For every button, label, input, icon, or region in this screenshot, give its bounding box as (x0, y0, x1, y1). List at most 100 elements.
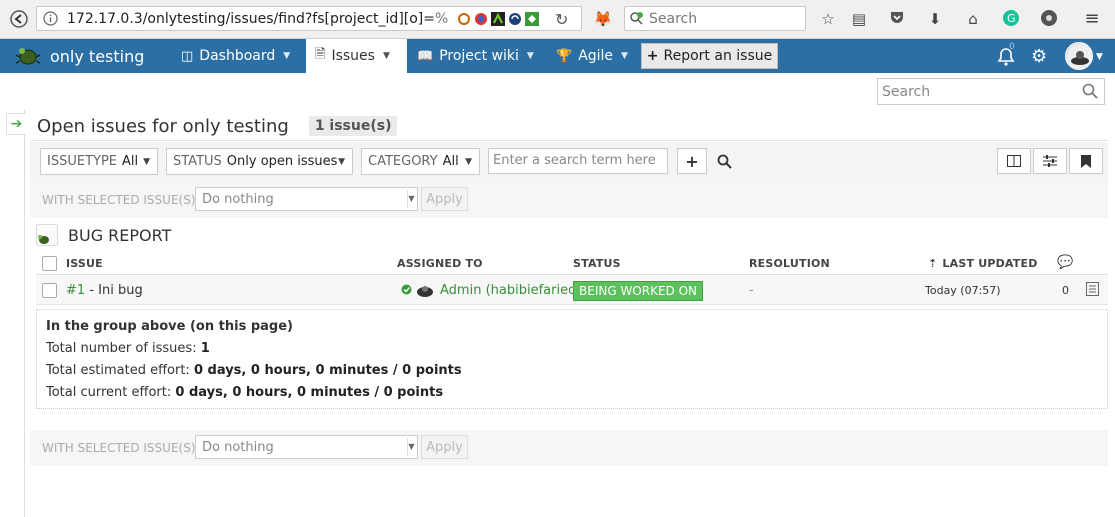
apply-button[interactable]: Apply (421, 435, 468, 459)
column-last-updated[interactable]: ⇡ LAST UPDATED (928, 257, 1038, 270)
estimated-effort-value: 0 days, 0 hours, 0 minutes / 0 points (193, 363, 462, 378)
category-filter-key: CATEGORY (368, 154, 438, 169)
bookmark-star-icon[interactable]: ☆ (818, 9, 838, 29)
brand[interactable]: only testing (16, 44, 144, 68)
search-term-input[interactable]: Enter a search term here (488, 148, 668, 174)
extension-icons (457, 12, 539, 26)
extension-reel-icon[interactable] (1039, 9, 1059, 29)
app-navbar: only testing ◫ Dashboard ▼ 🗎 Issues ▼ 📖 … (0, 39, 1115, 73)
reload-icon[interactable]: ↻ (555, 10, 568, 29)
issue-title[interactable]: - Ini bug (89, 283, 142, 298)
chevron-down-icon: ▼ (143, 157, 150, 167)
group-summary: In the group above (on this page) Total … (36, 309, 1108, 409)
issue-link[interactable]: #1 - Ini bug (66, 283, 143, 298)
search-icon[interactable] (1082, 83, 1098, 99)
check-circle-icon (401, 284, 412, 299)
pocket-icon[interactable] (887, 9, 907, 29)
status-filter-value: Only open issues (226, 154, 338, 169)
main-content: ➔ Search Open issues for only testing 1 … (0, 73, 1115, 517)
gear-icon[interactable]: ⚙ (1031, 46, 1047, 67)
reading-list-icon[interactable]: ▤ (849, 9, 869, 29)
bookmark-icon[interactable] (1069, 148, 1103, 174)
plus-icon: + (646, 48, 659, 64)
status-filter[interactable]: STATUS Only open issues ▼ (166, 148, 353, 175)
beetle-logo-icon (16, 48, 40, 65)
nav-issues-label: Issues (331, 48, 375, 64)
current-effort-label: Total current effort: (46, 385, 172, 400)
quicksearch-input[interactable]: Search (877, 78, 1105, 105)
notification-bell-icon[interactable]: 0 (996, 42, 1016, 71)
report-issue-label: Report an issue (663, 48, 773, 64)
search-icon[interactable] (711, 148, 737, 174)
table-header: ISSUE ASSIGNED TO STATUS RESOLUTION ⇡ LAS… (36, 253, 1108, 275)
group-title: BUG REPORT (68, 225, 172, 245)
comment-count: 0 (1062, 284, 1069, 297)
extension-icon-1[interactable] (457, 12, 471, 26)
extension-icon-2[interactable] (474, 12, 488, 26)
category-filter[interactable]: CATEGORY All ▼ (361, 148, 480, 175)
extension-icon-5[interactable] (525, 12, 539, 26)
url-text: 172.17.0.3/onlytesting/issues/find?fs[pr… (67, 11, 449, 27)
report-issue-button[interactable]: + Report an issue (641, 43, 778, 69)
sliders-icon[interactable] (1033, 148, 1067, 174)
avatar-chevron-down-icon[interactable]: ▼ (1096, 52, 1103, 62)
notification-count: 0 (1009, 42, 1015, 52)
nav-agile[interactable]: 🏆 Agile ▼ (556, 39, 628, 73)
apply-button[interactable]: Apply (421, 187, 468, 211)
comment-icon: 💬 (1057, 255, 1074, 270)
bulk-action-value: Do nothing (202, 192, 274, 207)
nav-dashboard[interactable]: ◫ Dashboard ▼ (181, 39, 290, 73)
trophy-icon: 🏆 (556, 48, 573, 64)
column-assigned-to[interactable]: ASSIGNED TO (397, 257, 483, 270)
table-row[interactable]: #1 - Ini bug Admin (habibiefaried) BEING… (36, 276, 1108, 305)
menu-icon[interactable]: ≡ (1082, 9, 1102, 29)
assignee-link[interactable]: Admin (habibiefaried) (440, 283, 581, 298)
browser-search-box[interactable]: Search (624, 6, 806, 31)
column-issue[interactable]: ISSUE (66, 257, 103, 270)
issuetype-filter[interactable]: ISSUETYPE All ▼ (40, 148, 158, 175)
avatar[interactable] (1065, 42, 1093, 70)
nav-wiki-label: Project wiki (439, 48, 519, 64)
bulk-label: WITH SELECTED ISSUE(S): (42, 441, 200, 455)
extension-icon-4[interactable] (508, 12, 522, 26)
status-badge: BEING WORKED ON (573, 281, 704, 301)
issue-count-badge: 1 issue(s) (308, 116, 398, 136)
home-icon[interactable]: ⌂ (963, 9, 983, 29)
issuetype-filter-key: ISSUETYPE (47, 154, 118, 169)
issue-actions-icon[interactable] (1086, 282, 1099, 300)
bulk-action-select[interactable]: Do nothing ▼ (195, 435, 418, 459)
nav-issues[interactable]: 🗎 Issues ▼ (306, 39, 407, 73)
page-title: Open issues for only testing (37, 115, 289, 137)
extension-icon-3[interactable] (491, 12, 505, 26)
grammarly-icon[interactable]: G (1001, 9, 1021, 29)
column-resolution[interactable]: RESOLUTION (749, 257, 830, 270)
select-all-checkbox[interactable] (42, 256, 57, 271)
assignee-avatar (416, 282, 434, 302)
left-rail (0, 110, 25, 517)
expand-sidebar-arrow-icon[interactable]: ➔ (6, 113, 26, 135)
last-updated-value: Today (07:57) (925, 284, 1001, 297)
row-checkbox[interactable] (42, 283, 57, 298)
current-effort-value: 0 days, 0 hours, 0 minutes / 0 points (175, 385, 444, 400)
issue-number[interactable]: #1 (66, 283, 85, 298)
bulk-action-select[interactable]: Do nothing ▼ (195, 187, 418, 211)
nav-dashboard-label: Dashboard (199, 48, 276, 64)
column-layout-icon[interactable] (997, 148, 1031, 174)
bulk-label: WITH SELECTED ISSUE(S): (42, 193, 200, 207)
nav-project-wiki[interactable]: 📖 Project wiki ▼ (417, 39, 534, 73)
back-icon[interactable] (8, 8, 30, 30)
sort-icon: ⇡ (928, 257, 938, 270)
add-filter-button[interactable]: + (677, 148, 707, 174)
column-status[interactable]: STATUS (573, 257, 621, 270)
search-engine-icon (630, 12, 643, 25)
project-name: only testing (50, 46, 145, 66)
fox-icon[interactable]: 🦊 (593, 9, 613, 29)
download-icon[interactable]: ⬇ (925, 9, 945, 29)
chevron-down-icon: ▼ (526, 51, 534, 61)
summary-heading: In the group above (on this page) (46, 319, 293, 334)
url-bar[interactable]: 172.17.0.3/onlytesting/issues/find?fs[pr… (36, 6, 582, 31)
resolution-value: - (749, 283, 754, 298)
info-icon[interactable] (43, 11, 58, 30)
group-heading: BUG REPORT (36, 223, 171, 247)
summary-estimated-effort: Total estimated effort: 0 days, 0 hours,… (46, 363, 462, 378)
